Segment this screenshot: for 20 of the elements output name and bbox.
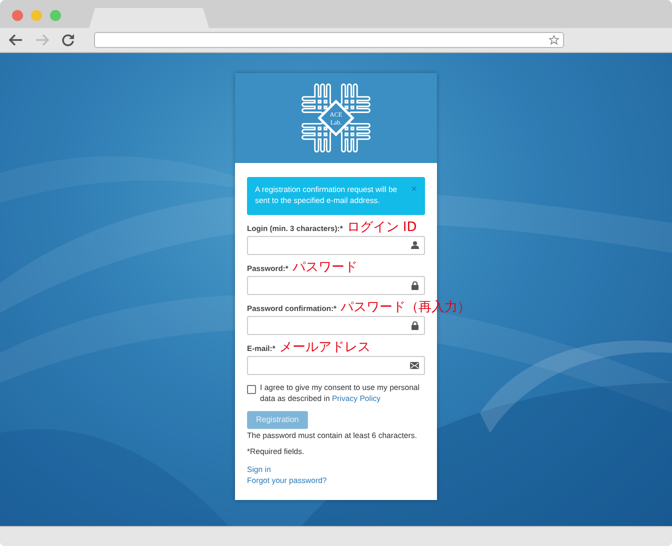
star-icon[interactable] <box>549 35 559 45</box>
annotation: パスワード <box>292 262 358 274</box>
forward-arrow-icon <box>35 34 49 46</box>
annotation: ログイン ID <box>346 222 417 234</box>
input-field[interactable] <box>247 236 425 255</box>
minimize-window-button[interactable] <box>31 10 42 20</box>
consent-checkbox[interactable] <box>247 384 256 394</box>
maximize-window-button[interactable] <box>50 10 61 20</box>
back-arrow-icon <box>9 34 23 46</box>
lock-icon <box>411 280 419 290</box>
input-field[interactable] <box>247 316 425 335</box>
close-window-button[interactable] <box>12 10 23 20</box>
envelope-icon <box>410 362 419 369</box>
input-field[interactable] <box>247 356 425 375</box>
address-bar[interactable] <box>94 32 564 48</box>
annotation: メールアドレス <box>279 342 370 354</box>
input-field[interactable] <box>247 276 425 295</box>
lock-icon <box>411 320 419 330</box>
user-icon <box>411 241 419 250</box>
reload-icon <box>61 33 75 47</box>
